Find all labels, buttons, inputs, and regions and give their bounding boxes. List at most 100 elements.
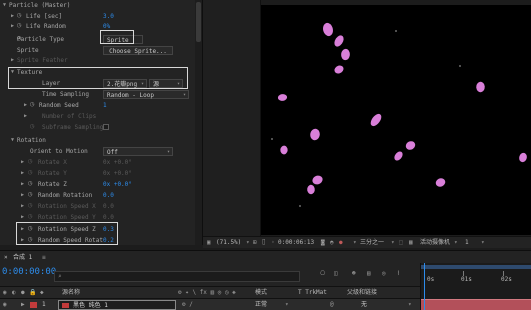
region-of-interest-icon[interactable]: ⬚	[399, 237, 403, 249]
stopwatch-icon: ◷	[28, 157, 33, 165]
ruler-mark: 02s	[501, 276, 512, 283]
chevron-down-icon[interactable]: ▾	[246, 237, 250, 249]
monitor-icon[interactable]: ▣	[207, 237, 211, 249]
layer-source-dropdown[interactable]: 源 ▾	[149, 79, 183, 88]
particle-type-dropdown[interactable]: Sprite	[103, 35, 143, 44]
petal	[333, 63, 345, 76]
row-sprite-feather: ▶ Sprite Feather	[0, 55, 196, 66]
work-area-bar[interactable]	[421, 265, 531, 269]
stopwatch-icon[interactable]: ◷	[28, 178, 32, 189]
timeline-graph-area[interactable]: 0s 01s 02s	[420, 263, 531, 310]
transparency-grid-icon[interactable]: ▦	[409, 237, 413, 249]
property-label: Orient to Motion	[30, 148, 88, 155]
chevron-down-icon[interactable]: ▾	[353, 237, 357, 249]
property-value[interactable]: 0.2	[103, 235, 114, 245]
twirl-open-icon[interactable]: ▼	[3, 0, 6, 11]
chevron-down-icon[interactable]: ▾	[391, 237, 395, 249]
twirl-closed-icon[interactable]: ▶	[24, 111, 27, 122]
chevron-down-icon: ▾	[140, 81, 144, 87]
timeline-search-input[interactable]: ⌕	[54, 271, 300, 282]
property-value: 0x +0.0°	[103, 170, 132, 177]
current-time-indicator[interactable]	[424, 263, 425, 310]
camera-icon[interactable]: ◙	[321, 237, 325, 249]
property-value[interactable]: 0.0	[103, 190, 114, 201]
property-value[interactable]: 0x +0.0°	[103, 179, 132, 190]
group-label: Texture	[17, 69, 43, 76]
stopwatch-icon[interactable]: ◷	[17, 20, 21, 31]
twirl-closed-icon[interactable]: ▶	[21, 235, 24, 245]
petal	[339, 48, 352, 61]
effect-controls-scrollbar[interactable]	[195, 0, 202, 245]
choose-sprite-button[interactable]: Choose Sprite...	[103, 46, 173, 55]
motion-blur-icon[interactable]: ◎	[382, 270, 386, 277]
graph-editor-icon[interactable]: ⌇	[397, 270, 400, 277]
petal	[277, 93, 288, 102]
twirl-closed-icon[interactable]: ▶	[21, 157, 24, 168]
shy-icon[interactable]: ☻	[352, 270, 356, 277]
layer-dropdown[interactable]: 2.花瓣png ▾	[103, 79, 147, 88]
zoom-level[interactable]: (71.5%)	[216, 237, 241, 249]
stopwatch-icon[interactable]: ◷	[28, 189, 32, 200]
twirl-closed-icon[interactable]: ▶	[21, 212, 24, 223]
row-particle-header[interactable]: ▼ Particle (Master)	[0, 0, 196, 11]
property-value[interactable]: 0.3	[103, 224, 114, 235]
property-label: Rotation Speed X	[38, 203, 96, 210]
layer-switches[interactable]: ⚙ /	[182, 299, 193, 310]
viewer-timecode[interactable]: 0:00:06:13	[278, 237, 314, 249]
property-value[interactable]: 0%	[103, 21, 110, 32]
layer-name[interactable]: 黑色 纯色 1	[58, 300, 176, 310]
color-channel-icon[interactable]: ●	[339, 237, 343, 249]
stopwatch-icon[interactable]: ◷	[28, 223, 32, 234]
scrollbar-thumb[interactable]	[196, 2, 201, 42]
property-label: Rotate X	[38, 159, 67, 166]
twirl-open-icon[interactable]: ▼	[11, 67, 14, 78]
twirl-closed-icon[interactable]: ▶	[21, 224, 24, 235]
row-life-random: ▶ ◷ Life Random 0%	[0, 21, 196, 32]
twirl-closed-icon[interactable]: ▶	[21, 179, 24, 190]
current-time[interactable]: 0:00:00:00	[2, 266, 56, 278]
property-value: 0.0	[103, 214, 114, 221]
twirl-closed-icon[interactable]: ▶	[11, 55, 14, 66]
row-texture[interactable]: ▼ Texture	[0, 67, 196, 78]
twirl-closed-icon[interactable]: ▶	[11, 21, 14, 32]
layer-mode-dropdown[interactable]: 正常	[255, 299, 267, 310]
chevron-down-icon[interactable]: ▾	[454, 237, 458, 249]
stopwatch-icon[interactable]: ◷	[28, 234, 32, 245]
frame-blending-icon[interactable]: ▤	[367, 270, 371, 277]
twirl-closed-icon[interactable]: ▶	[21, 201, 24, 212]
snapshot-icon[interactable]: ◓	[330, 237, 334, 249]
property-label: Number of Clips	[42, 113, 97, 120]
twirl-closed-icon[interactable]: ▶	[21, 168, 24, 179]
twirl-open-icon[interactable]: ▼	[11, 135, 14, 146]
parent-dropdown[interactable]: 无	[361, 299, 367, 310]
orient-to-motion-dropdown[interactable]: Off ▾	[103, 147, 173, 156]
view-count-dropdown[interactable]: 1	[465, 237, 469, 249]
pick-whip-icon[interactable]: @	[330, 299, 334, 310]
chevron-down-icon[interactable]: ▾	[408, 299, 412, 310]
composition-viewer[interactable]	[261, 5, 531, 235]
chevron-down-icon[interactable]: ▾	[285, 299, 289, 310]
petal	[278, 144, 290, 156]
group-label: Rotation	[17, 137, 46, 144]
resolution-dropdown[interactable]: 三分之一	[360, 237, 384, 249]
twirl-closed-icon[interactable]: ▶	[21, 190, 24, 201]
property-value[interactable]: 1	[103, 100, 107, 111]
twirl-closed-icon[interactable]: ▶	[24, 100, 27, 111]
comp-mini-flowchart-icon[interactable]: ⎔	[320, 270, 325, 277]
petal	[474, 80, 487, 94]
eye-icon[interactable]: ◉	[3, 299, 7, 310]
row-rotation[interactable]: ▼ Rotation	[0, 135, 196, 146]
subframe-sampling-checkbox[interactable]	[103, 124, 109, 130]
camera-dropdown[interactable]: 活动摄像机	[420, 237, 450, 249]
twirl-closed-icon[interactable]: ▶	[21, 299, 25, 310]
layer-duration-bar[interactable]	[421, 299, 531, 310]
chevron-down-icon[interactable]: ▾	[481, 237, 485, 249]
solid-layer-icon	[62, 303, 69, 308]
stopwatch-icon[interactable]: ◷	[30, 99, 34, 110]
property-label: Sprite Feather	[17, 57, 68, 64]
mask-icon[interactable]: ⌷	[262, 237, 266, 249]
label-color-swatch[interactable]	[30, 302, 37, 308]
draft-3d-icon[interactable]: ◫	[334, 270, 338, 277]
grid-icon[interactable]: ⊞	[253, 237, 257, 249]
time-sampling-dropdown[interactable]: Random - Loop ▾	[103, 90, 189, 99]
